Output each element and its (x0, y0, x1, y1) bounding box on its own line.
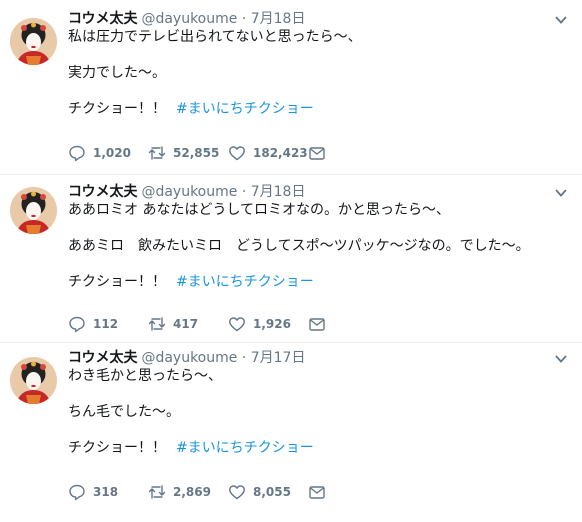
tweet-header: コウメ太夫 @dayukoume · 7月17日 (68, 349, 305, 367)
tweet-date[interactable]: 7月18日 (251, 11, 306, 27)
tweet-line (68, 82, 572, 100)
tweet-line: ああミロ 飲みたいミロ どうしてスポ～ツパッケ～ジなの。でした～。 (68, 238, 530, 254)
reply-icon (69, 316, 85, 333)
reply-count: 112 (93, 317, 119, 331)
reply-button[interactable]: 318 (68, 483, 118, 501)
separator: · (241, 11, 247, 27)
like-count: 8,055 (253, 485, 291, 499)
hashtag-link[interactable]: #まいにちチクショー (176, 440, 314, 456)
reply-count: 318 (93, 485, 119, 499)
reply-button[interactable]: 112 (68, 315, 118, 333)
retweet-button[interactable]: 417 (148, 315, 198, 333)
tweet[interactable]: コウメ太夫 @dayukoume · 7月18日 私は圧力でテレビ出られてないと思… (0, 0, 582, 174)
user-handle[interactable]: @dayukoume (141, 350, 237, 366)
retweet-button[interactable]: 52,855 (148, 144, 219, 162)
like-icon (229, 317, 245, 332)
tweet-line: 実力でした～。 (68, 65, 166, 81)
tweet[interactable]: コウメ太夫 @dayukoume · 7月18日 ああロミオ あなたはどうしてロミ… (0, 174, 582, 342)
tweet-line: わき毛かと思ったら～、 (68, 368, 222, 384)
tweet-line (68, 46, 572, 64)
punchline: チクショー！！ (68, 440, 166, 456)
user-handle[interactable]: @dayukoume (141, 184, 237, 200)
retweet-count: 417 (173, 317, 199, 331)
tweet-line (68, 219, 572, 237)
avatar[interactable] (10, 187, 57, 234)
separator: · (241, 184, 247, 200)
like-button[interactable]: 1,926 (228, 315, 291, 333)
tweet-date[interactable]: 7月17日 (251, 350, 306, 366)
tweet-line: ああロミオ あなたはどうしてロミオなの。かと思ったら～、 (68, 202, 451, 218)
reply-button[interactable]: 1,020 (68, 144, 131, 162)
reply-icon (69, 484, 85, 501)
like-count: 1,926 (253, 317, 291, 331)
tweet-text: わき毛かと思ったら～、 ちん毛でした～。 チクショー！！ #まいにちチクショー (68, 367, 572, 457)
separator: · (241, 350, 247, 366)
tweet-text: ああロミオ あなたはどうしてロミオなの。かと思ったら～、 ああミロ 飲みたいミロ… (68, 201, 572, 291)
user-handle[interactable]: @dayukoume (141, 11, 237, 27)
retweet-icon (148, 146, 166, 160)
retweet-button[interactable]: 2,869 (148, 483, 211, 501)
direct-message-button[interactable] (308, 483, 326, 501)
tweet-header: コウメ太夫 @dayukoume · 7月18日 (68, 183, 305, 201)
avatar-image (10, 357, 57, 404)
tweet-line: 私は圧力でテレビ出られてないと思ったら～、 (68, 29, 362, 45)
tweet[interactable]: コウメ太夫 @dayukoume · 7月17日 わき毛かと思ったら～、 ちん毛で… (0, 342, 582, 522)
punchline: チクショー！！ (68, 101, 166, 117)
tweet-text: 私は圧力でテレビ出られてないと思ったら～、 実力でした～。 チクショー！！ #まい… (68, 28, 572, 118)
tweet-line: ちん毛でした～。 (68, 404, 180, 420)
direct-message-icon (309, 147, 325, 160)
direct-message-button[interactable] (308, 144, 326, 162)
retweet-count: 2,869 (173, 485, 211, 499)
tweet-line (68, 385, 572, 403)
direct-message-icon (309, 486, 325, 499)
tweet-header: コウメ太夫 @dayukoume · 7月18日 (68, 10, 305, 28)
chevron-down-icon[interactable] (554, 185, 568, 199)
direct-message-icon (309, 318, 325, 331)
like-icon (229, 485, 245, 500)
like-button[interactable]: 182,423 (228, 144, 308, 162)
display-name[interactable]: コウメ太夫 (68, 184, 137, 200)
reply-count: 1,020 (93, 146, 131, 160)
retweet-icon (148, 485, 166, 499)
display-name[interactable]: コウメ太夫 (68, 350, 137, 366)
like-button[interactable]: 8,055 (228, 483, 291, 501)
like-count: 182,423 (253, 146, 308, 160)
punchline: チクショー！！ (68, 274, 166, 290)
reply-icon (69, 145, 85, 162)
like-icon (229, 146, 245, 161)
avatar[interactable] (10, 18, 57, 65)
hashtag-link[interactable]: #まいにちチクショー (176, 274, 314, 290)
hashtag-link[interactable]: #まいにちチクショー (176, 101, 314, 117)
tweet-date[interactable]: 7月18日 (251, 184, 306, 200)
display-name[interactable]: コウメ太夫 (68, 11, 137, 27)
retweet-icon (148, 317, 166, 331)
tweet-line (68, 421, 572, 439)
avatar-image (10, 187, 57, 234)
tweet-line (68, 255, 572, 273)
direct-message-button[interactable] (308, 315, 326, 333)
retweet-count: 52,855 (173, 146, 220, 160)
chevron-down-icon[interactable] (554, 351, 568, 365)
avatar[interactable] (10, 357, 57, 404)
chevron-down-icon[interactable] (554, 12, 568, 26)
avatar-image (10, 18, 57, 65)
